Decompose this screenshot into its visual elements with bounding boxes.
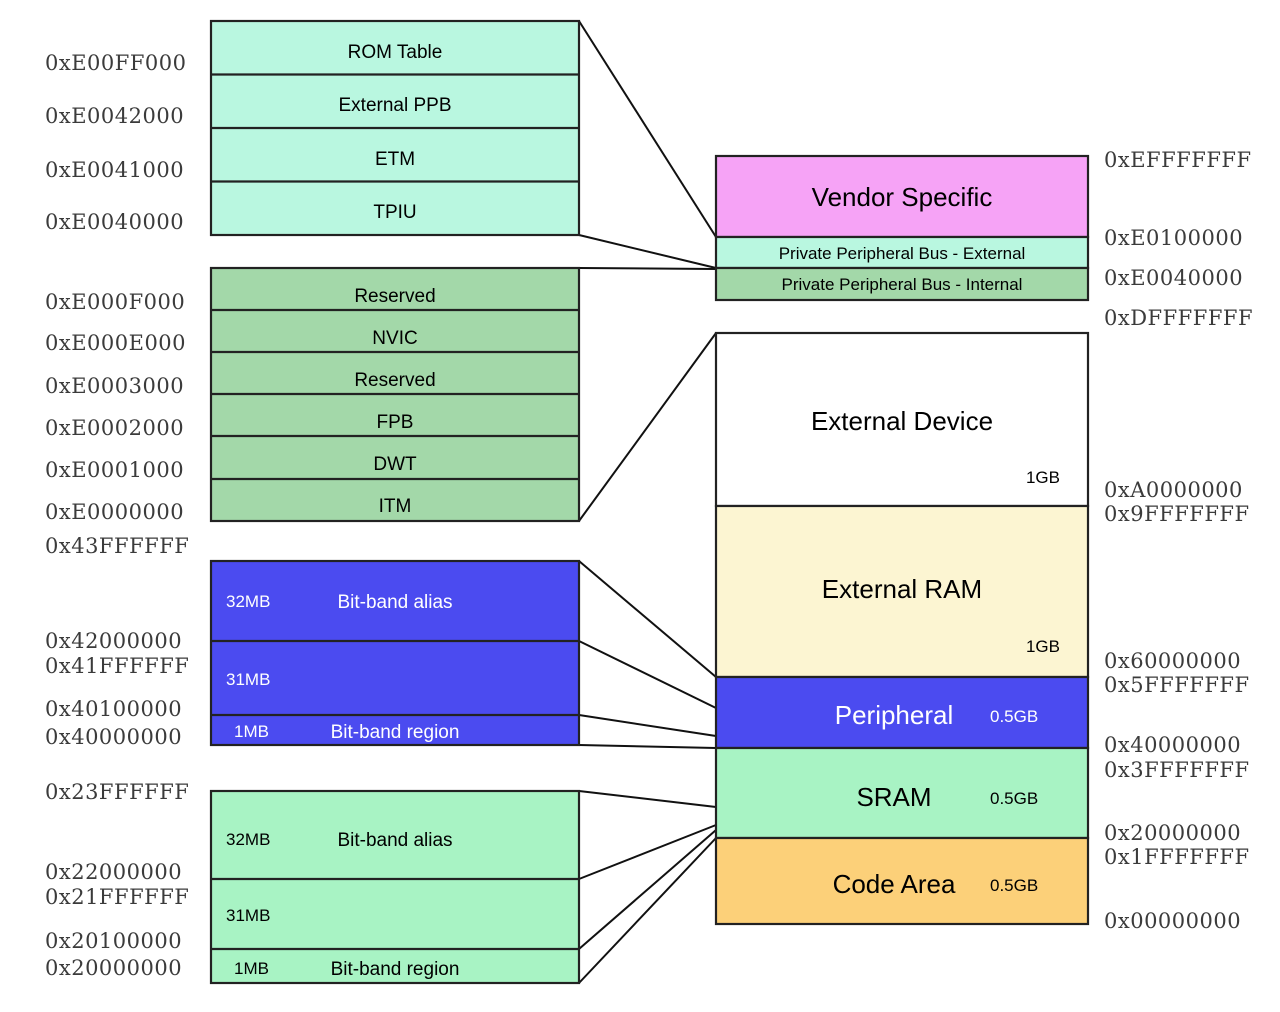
connector-sram-region-top: [578, 829, 717, 950]
region-label-external-ram: External RAM: [822, 574, 982, 604]
ppb-int-row-label-0: Reserved: [354, 286, 435, 307]
sram-detail-box: [209, 789, 581, 985]
region-size-code-area: 0.5GB: [990, 876, 1038, 895]
diagram-canvas: ROM Table External PPB ETM TPIU 0xE00FF0…: [45, 19, 1253, 985]
peripheral-detail-size-0: 32MB: [226, 592, 270, 611]
system-memory-map-group: Vendor Specific Private Peripheral Bus -…: [714, 154, 1090, 926]
region-label-ppb-external: Private Peripheral Bus - External: [779, 244, 1026, 263]
sram-detail-size-1: 31MB: [226, 906, 270, 925]
sram-detail-address-1-top: 0x21FFFFFF: [45, 885, 189, 909]
peripheral-detail-top-address: 0x43FFFFFF: [45, 534, 189, 558]
main-address-10: 0x20000000: [1104, 821, 1241, 845]
region-label-external-device: External Device: [811, 406, 993, 436]
ppb-ext-row-label-2: ETM: [375, 149, 415, 170]
main-address-7: 0x5FFFFFFF: [1104, 673, 1250, 697]
region-size-external-ram: 1GB: [1026, 637, 1060, 656]
main-address-11: 0x1FFFFFFF: [1104, 845, 1250, 869]
region-label-ppb-internal: Private Peripheral Bus - Internal: [782, 275, 1023, 294]
connector-peripheral-bottom: [578, 744, 717, 749]
ppb-int-address-2: 0xE0003000: [45, 374, 184, 398]
sram-detail-address-0: 0x22000000: [45, 860, 182, 884]
sram-detail-size-0: 32MB: [226, 830, 270, 849]
ppb-ext-row-label-0: ROM Table: [348, 42, 443, 63]
sram-detail-size-2: 1MB: [234, 959, 269, 978]
region-size-sram: 0.5GB: [990, 789, 1038, 808]
connector-peripheral-top: [578, 560, 717, 678]
peripheral-detail-box: [209, 559, 581, 747]
sram-bitband-detail-group: 0x23FFFFFF 32MB Bit-band alias 31MB 1MB …: [45, 780, 581, 985]
connector-sram-alias-bottom: [578, 824, 717, 880]
peripheral-detail-size-1: 31MB: [226, 670, 270, 689]
peripheral-bitband-detail-group: 0x43FFFFFF 32MB Bit-band alias 31MB 1MB …: [45, 534, 581, 749]
main-address-8: 0x40000000: [1104, 733, 1241, 757]
ppb-external-detail-group: ROM Table External PPB ETM TPIU 0xE00FF0…: [45, 19, 581, 237]
sram-detail-label-2: Bit-band region: [331, 959, 460, 980]
ppb-int-row-label-1: NVIC: [372, 328, 417, 349]
ppb-ext-row-label-3: TPIU: [373, 202, 416, 223]
region-label-code-area: Code Area: [833, 869, 956, 899]
connector-sram-top: [578, 790, 717, 808]
peripheral-detail-label-2: Bit-band region: [331, 722, 460, 743]
sram-detail-top-address: 0x23FFFFFF: [45, 780, 189, 804]
region-label-vendor-specific: Vendor Specific: [812, 182, 993, 212]
peripheral-detail-size-2: 1MB: [234, 722, 269, 741]
connector-ppb-external-top: [578, 20, 717, 238]
region-label-sram: SRAM: [856, 782, 931, 812]
main-address-4: 0xA0000000: [1104, 478, 1243, 502]
ppb-int-address-5: 0xE0000000: [45, 500, 184, 524]
connector-ppb-internal-bottom: [578, 332, 717, 522]
ppb-int-row-label-2: Reserved: [354, 370, 435, 391]
ppb-int-address-4: 0xE0001000: [45, 458, 184, 482]
peripheral-detail-address-0: 0x42000000: [45, 629, 182, 653]
main-address-3: 0xDFFFFFFF: [1104, 306, 1253, 330]
main-address-9: 0x3FFFFFFF: [1104, 758, 1250, 782]
ppb-internal-detail-group: Reserved NVIC Reserved FPB DWT ITM 0xE00…: [45, 266, 581, 524]
main-address-5: 0x9FFFFFFF: [1104, 502, 1250, 526]
connector-ppb-external-bottom: [578, 234, 717, 269]
ppb-int-row-label-3: FPB: [377, 412, 414, 433]
connector-lines: [578, 20, 717, 984]
region-size-peripheral: 0.5GB: [990, 707, 1038, 726]
main-address-12: 0x00000000: [1104, 909, 1241, 933]
ppb-ext-address-0: 0xE00FF000: [45, 51, 186, 75]
ppb-int-address-0: 0xE000F000: [45, 290, 185, 314]
main-address-6: 0x60000000: [1104, 649, 1241, 673]
ppb-ext-address-1: 0xE0042000: [45, 104, 184, 128]
ppb-ext-address-2: 0xE0041000: [45, 158, 184, 182]
connector-sram-bottom: [578, 837, 717, 984]
connector-peripheral-alias-bottom: [578, 640, 717, 709]
main-address-0: 0xEFFFFFFF: [1104, 148, 1252, 172]
main-address-2: 0xE0040000: [1104, 266, 1243, 290]
main-address-1: 0xE0100000: [1104, 226, 1243, 250]
main-map-address-labels: 0xEFFFFFFF 0xE0100000 0xE0040000 0xDFFFF…: [1104, 148, 1253, 933]
ppb-int-row-label-5: ITM: [379, 496, 412, 517]
sram-detail-address-1-bottom: 0x20100000: [45, 929, 182, 953]
region-size-external-device: 1GB: [1026, 468, 1060, 487]
sram-detail-address-2: 0x20000000: [45, 956, 182, 980]
ppb-int-row-label-4: DWT: [373, 454, 417, 475]
memory-map-diagram: ROM Table External PPB ETM TPIU 0xE00FF0…: [0, 0, 1280, 1012]
peripheral-detail-label-0: Bit-band alias: [337, 592, 452, 613]
region-label-peripheral: Peripheral: [835, 700, 954, 730]
ppb-int-address-1: 0xE000E000: [45, 331, 186, 355]
ppb-ext-address-3: 0xE0040000: [45, 210, 184, 234]
ppb-ext-row-label-1: External PPB: [339, 95, 452, 116]
peripheral-detail-address-1-top: 0x41FFFFFF: [45, 654, 189, 678]
connector-peripheral-region-top: [578, 714, 717, 737]
connector-ppb-internal-top: [578, 267, 717, 270]
ppb-int-address-3: 0xE0002000: [45, 416, 184, 440]
peripheral-detail-address-2: 0x40000000: [45, 725, 182, 749]
peripheral-detail-address-1-bottom: 0x40100000: [45, 697, 182, 721]
sram-detail-label-0: Bit-band alias: [337, 830, 452, 851]
